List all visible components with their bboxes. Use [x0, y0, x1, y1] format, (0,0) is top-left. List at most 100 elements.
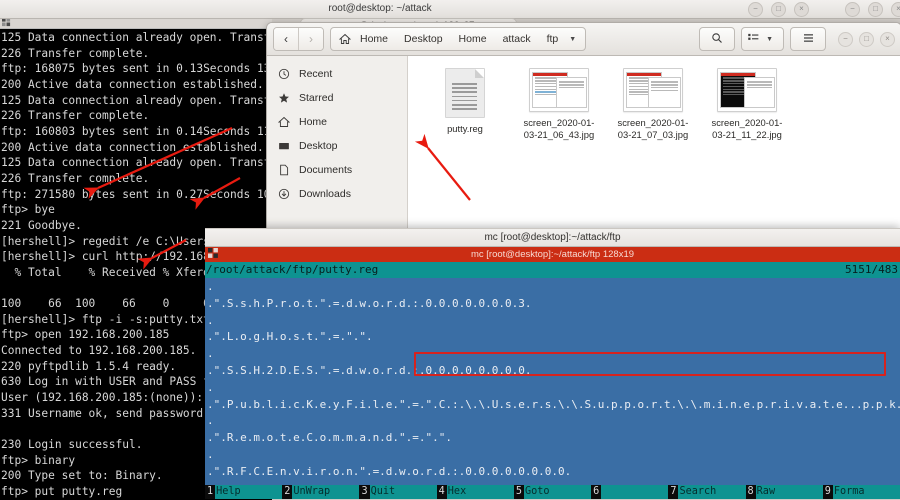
breadcrumb-item-ftp[interactable]: ftp	[540, 29, 566, 49]
sidebar-item-home[interactable]: Home	[267, 110, 407, 134]
fkey-2-unwrap[interactable]: 2 UnWrap	[282, 485, 359, 499]
terminal-line: 125 Data connection already open. Transf…	[1, 31, 272, 44]
sidebar-item-recent[interactable]: Recent	[267, 62, 407, 86]
mc-window[interactable]: mc [root@desktop]:~/attack/ftp mc [root@…	[205, 228, 900, 500]
mc-position-indicator: 5151/483	[845, 263, 898, 276]
chevron-down-icon[interactable]: ▼	[567, 36, 581, 43]
fkey-number: 4	[436, 485, 447, 499]
terminal-titlebar[interactable]	[0, 18, 272, 29]
forward-button[interactable]: ›	[298, 28, 323, 50]
sidebar-item-documents[interactable]: Documents	[267, 158, 407, 182]
window-controls-left[interactable]: − □ ×	[748, 0, 809, 18]
mc-content-line: .".R.F.C.E.n.v.i.r.o.n.".=.d.w.o.r.d.:.0…	[207, 464, 572, 478]
fkey-number: 8	[745, 485, 756, 499]
image-thumbnail-icon	[529, 68, 589, 112]
fkey-6[interactable]: 6	[591, 485, 668, 499]
mc-content-line: .".S.s.h.P.r.o.t.".=.d.w.o.r.d.:.0.0.0.0…	[207, 296, 532, 310]
terminal-line: 200 Active data connection established.	[1, 77, 264, 91]
file-item-putty-reg[interactable]: putty.reg	[426, 68, 504, 135]
fkey-label: Goto	[525, 486, 550, 497]
maximize-icon[interactable]: □	[868, 1, 883, 17]
terminal-line: ftp: 160803 bytes sent in 0.14Seconds 11…	[1, 124, 272, 138]
clock-icon	[277, 68, 290, 81]
breadcrumb-item-home[interactable]: Home	[353, 29, 395, 49]
file-item-screenshot-3[interactable]: screen_2020-01-03-21_11_22.jpg	[708, 68, 786, 140]
mc-content-line: .	[207, 347, 214, 361]
maximize-icon[interactable]: □	[771, 1, 786, 17]
mc-content-line: .".R.e.m.o.t.e.C.o.m.m.a.n.d.".=.".".	[207, 431, 453, 445]
terminal-line: ftp: 168075 bytes sent in 0.13Seconds 13…	[1, 62, 272, 76]
window-controls-right[interactable]: − □ ×	[845, 0, 900, 18]
top-panel: root@desktop: ~/attack − □ × − □ ×	[0, 0, 900, 19]
minimize-icon[interactable]: −	[838, 31, 853, 47]
close-icon[interactable]: ×	[880, 31, 895, 47]
mc-content-line: .	[207, 380, 214, 394]
fkey-number: 1	[205, 485, 216, 499]
file-list[interactable]: putty.reg screen_2020-01-03-21_06_43.jpg	[408, 56, 900, 233]
terminal-icon	[208, 248, 218, 258]
view-options-button[interactable]: ▼	[741, 27, 784, 51]
image-thumbnail-icon	[623, 68, 683, 112]
mc-file-path: /root/attack/ftp/putty.reg	[206, 263, 379, 276]
fkey-4-hex[interactable]: 4 Hex	[436, 485, 514, 499]
breadcrumb-item-desktop[interactable]: Desktop	[397, 29, 450, 49]
chevron-down-icon[interactable]: ▼	[764, 36, 778, 43]
terminal-line: 200 Active data connection established.	[1, 140, 264, 154]
mc-window-title: mc [root@desktop]:~/attack/ftp	[205, 228, 900, 247]
desktop-icon	[277, 140, 290, 153]
file-label: screen_2020-01-03-21_06_43.jpg	[523, 117, 595, 140]
mc-function-key-bar[interactable]: 1 Help 2 UnWrap 3 Quit 4 Hex 5 Goto 6 7 Search…	[205, 485, 900, 499]
sidebar-item-downloads[interactable]: Downloads	[267, 182, 407, 206]
fkey-label: Quit	[370, 486, 396, 497]
mc-path-bar: /root/attack/ftp/putty.reg 5151/483	[205, 262, 900, 278]
image-thumbnail-icon	[717, 68, 777, 112]
fkey-3-quit[interactable]: 3 Quit	[359, 485, 436, 499]
sidebar-item-label: Recent	[299, 68, 333, 80]
sidebar-item-desktop[interactable]: Desktop	[267, 134, 407, 158]
menu-button[interactable]	[790, 27, 826, 51]
fkey-7-search[interactable]: 7 Search	[668, 485, 745, 499]
minimize-icon[interactable]: −	[845, 1, 860, 17]
fkey-number: 2	[282, 485, 293, 499]
home-icon	[277, 116, 290, 129]
close-icon[interactable]: ×	[891, 1, 900, 17]
back-button[interactable]: ‹	[274, 28, 298, 50]
document-icon	[277, 164, 290, 177]
file-item-screenshot-2[interactable]: screen_2020-01-03-21_07_03.jpg	[614, 68, 692, 140]
home-icon	[335, 33, 351, 45]
fkey-8-raw[interactable]: 8 Raw	[745, 485, 823, 499]
fkey-number: 9	[822, 485, 833, 499]
breadcrumb[interactable]: Home Desktop Home attack ftp ▼	[330, 27, 587, 51]
desktop-background: n code 125 Data connection already open.…	[0, 0, 900, 500]
search-button[interactable]	[699, 27, 736, 51]
sidebar: Recent Starred Home Desktop Documents Do…	[267, 56, 408, 233]
breadcrumb-item-home-2[interactable]: Home	[452, 29, 494, 49]
mc-titlebar[interactable]: mc [root@desktop]:~/attack/ftp 128x19	[205, 247, 900, 262]
file-label: screen_2020-01-03-21_07_03.jpg	[617, 117, 689, 140]
breadcrumb-item-attack[interactable]: attack	[496, 29, 538, 49]
fkey-label: Help	[216, 486, 241, 497]
close-icon[interactable]: ×	[794, 1, 809, 17]
list-view-icon	[747, 32, 760, 47]
fkey-label: Forma	[833, 486, 865, 497]
file-label: screen_2020-01-03-21_11_22.jpg	[711, 117, 783, 140]
fkey-label: UnWrap	[293, 486, 331, 497]
fkey-1-help[interactable]: 1 Help	[205, 485, 282, 499]
maximize-icon[interactable]: □	[859, 31, 874, 47]
top-panel-title: root@desktop: ~/attack	[328, 3, 432, 14]
mc-content-line: .	[205, 481, 900, 485]
file-manager-window-controls[interactable]: − □ ×	[838, 31, 895, 47]
file-item-screenshot-1[interactable]: screen_2020-01-03-21_06_43.jpg	[520, 68, 598, 140]
nav-buttons[interactable]: ‹ ›	[273, 27, 324, 51]
file-manager-window[interactable]: ‹ › Home Desktop Home attack ftp ▼ ▼ − □…	[266, 22, 900, 234]
terminal-line: 226 Transfer complete.	[1, 109, 150, 123]
terminal-line: 226 Transfer complete.	[1, 46, 150, 60]
fkey-9-format[interactable]: 9 Forma	[822, 485, 900, 499]
minimize-icon[interactable]: −	[748, 1, 763, 17]
terminal-line: ftp> bye	[1, 203, 55, 217]
sidebar-item-starred[interactable]: Starred	[267, 86, 407, 110]
fkey-label: Raw	[756, 486, 776, 497]
fkey-number: 6	[591, 485, 602, 499]
terminal-line: 125 Data connection already open. Transf…	[1, 93, 272, 107]
fkey-5-goto[interactable]: 5 Goto	[513, 485, 591, 499]
